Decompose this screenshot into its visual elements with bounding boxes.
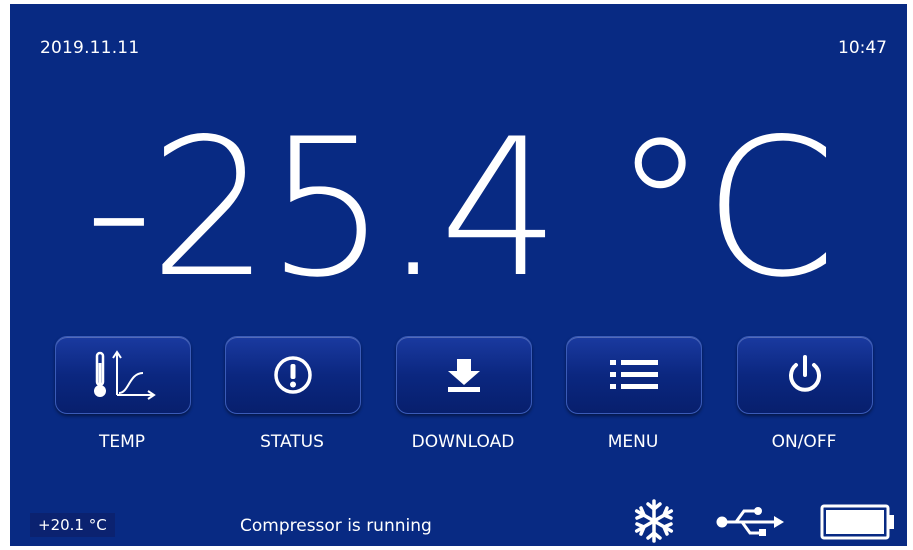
battery-icon [820,504,896,544]
display-screen: 2019.11.11 10:47 -25.4 °C TEMP STATUS DO… [10,4,907,546]
status-button-label: STATUS [260,432,324,452]
temp-button-label: TEMP [98,432,146,452]
power-button[interactable] [737,336,873,414]
download-button[interactable] [396,336,532,414]
menu-list-icon [608,356,660,394]
power-button-label: ON/OFF [771,432,837,452]
date-display: 2019.11.11 [40,38,140,58]
exclamation-circle-icon [271,353,315,397]
button-row: TEMP STATUS DOWNLOAD MENU ON/OFF [10,336,907,456]
power-icon [783,353,827,397]
menu-button[interactable] [566,336,702,414]
temp-button[interactable] [55,336,191,414]
usb-icon [716,506,786,542]
time-display: 10:47 [838,38,887,58]
status-button[interactable] [225,336,361,414]
download-button-label: DOWNLOAD [411,432,515,452]
thermometer-graph-icon [87,349,159,401]
download-icon [442,355,486,395]
menu-button-label: MENU [607,432,659,452]
ambient-temperature: +20.1 °C [30,513,115,537]
status-icon-bar [630,498,900,544]
temperature-reading: -25.4 °C [84,98,837,319]
status-message: Compressor is running [240,516,432,536]
snowflake-icon [630,498,678,546]
